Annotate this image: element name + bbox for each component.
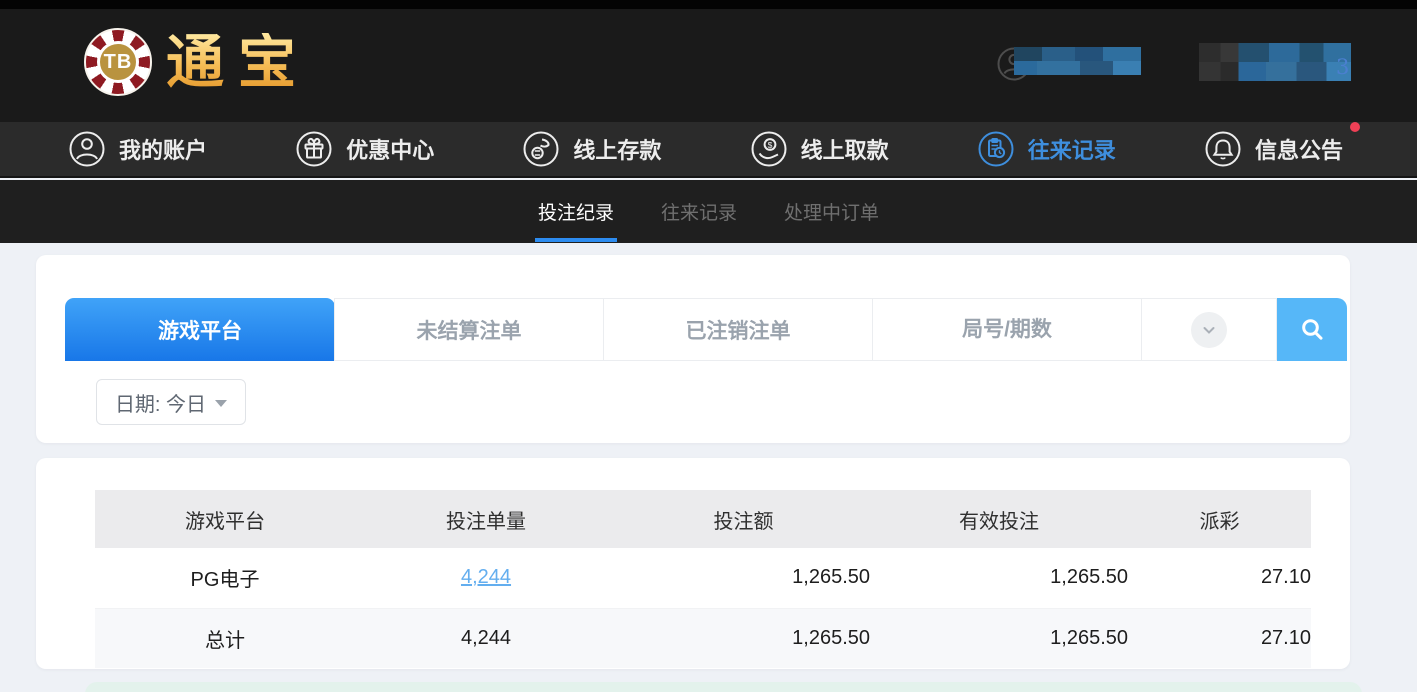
cell-payout: 27.10	[1128, 548, 1311, 608]
nav-label: 往来记录	[1028, 133, 1116, 165]
table-total-row: 总计 4,244 1,265.50 1,265.50 27.10	[95, 608, 1311, 668]
filter-tab-unsettled[interactable]: 未结算注单	[334, 298, 604, 361]
col-header-platform: 游戏平台	[95, 490, 355, 548]
col-header-valid-bet: 有效投注	[870, 490, 1128, 548]
nav-item-withdraw[interactable]: $ 线上取款	[750, 130, 889, 168]
subtab-processing-orders[interactable]: 处理中订单	[784, 198, 879, 225]
nav-label: 线上存款	[573, 133, 661, 165]
masked-balance	[1199, 43, 1351, 81]
gift-icon	[295, 130, 333, 168]
user-area: 3	[0, 9, 1417, 122]
search-icon	[1298, 316, 1326, 344]
date-filter-label: 日期: 今日	[115, 388, 206, 417]
table-row: PG电子 4,244 1,265.50 1,265.50 27.10	[95, 548, 1311, 608]
chevron-down-icon	[1191, 312, 1227, 348]
col-header-payout: 派彩	[1128, 490, 1311, 548]
app-root: TB 通宝 3 我的账户	[0, 0, 1417, 692]
nav-item-deposit[interactable]: 线上存款	[522, 130, 661, 168]
nav-label: 信息公告	[1255, 133, 1343, 165]
bet-summary-table: 游戏平台 投注单量 投注额 有效投注 派彩 PG电子 4,244 1,265.5…	[95, 490, 1311, 668]
cell-bet-amount: 1,265.50	[617, 548, 870, 608]
deposit-icon	[522, 130, 560, 168]
top-black-strip	[0, 0, 1417, 9]
sub-navigation: 投注纪录 往来记录 处理中订单	[0, 180, 1417, 243]
svg-text:$: $	[767, 140, 772, 150]
nav-label: 我的账户	[119, 133, 207, 165]
cell-bet-amount: 1,265.50	[617, 608, 870, 668]
col-header-bet-amount: 投注额	[617, 490, 870, 548]
cell-platform: 总计	[95, 608, 355, 668]
filter-tabs: 游戏平台 未结算注单 已注销注单	[65, 298, 1347, 361]
cell-valid-bet: 1,265.50	[870, 608, 1128, 668]
site-header: TB 通宝 3	[0, 9, 1417, 122]
filter-tab-cancelled[interactable]: 已注销注单	[603, 298, 873, 361]
bet-count-link[interactable]: 4,244	[461, 566, 511, 588]
cell-valid-bet: 1,265.50	[870, 548, 1128, 608]
report-card: 游戏平台 投注单量 投注额 有效投注 派彩 PG电子 4,244 1,265.5…	[36, 458, 1350, 669]
cell-platform: PG电子	[95, 548, 355, 608]
date-filter-button[interactable]: 日期: 今日	[96, 379, 246, 425]
bell-icon	[1204, 130, 1242, 168]
user-icon	[68, 130, 106, 168]
main-navigation: 我的账户 优惠中心 线上存款 $	[0, 122, 1417, 178]
filter-card: 游戏平台 未结算注单 已注销注单 日期: 今日	[36, 255, 1350, 443]
cell-payout: 27.10	[1128, 608, 1311, 668]
table-header-row: 游戏平台 投注单量 投注额 有效投注 派彩	[95, 490, 1311, 548]
round-number-input[interactable]	[872, 298, 1142, 361]
dropdown-toggle[interactable]	[1141, 298, 1277, 361]
search-button[interactable]	[1277, 298, 1347, 361]
withdraw-icon: $	[750, 130, 788, 168]
nav-item-announcements[interactable]: 信息公告	[1204, 130, 1343, 168]
cell-bet-count: 4,244	[355, 608, 617, 668]
notice-bar	[85, 682, 1362, 692]
notification-dot	[1350, 122, 1360, 132]
col-header-bet-count: 投注单量	[355, 490, 617, 548]
nav-label: 优惠中心	[346, 133, 434, 165]
nav-label: 线上取款	[801, 133, 889, 165]
masked-balance-digit: 3	[1336, 55, 1349, 79]
caret-down-icon	[215, 400, 227, 407]
filter-tab-game-platform[interactable]: 游戏平台	[65, 298, 335, 361]
subtab-transaction-records[interactable]: 往来记录	[661, 198, 737, 225]
nav-item-promotions[interactable]: 优惠中心	[295, 130, 434, 168]
nav-item-records[interactable]: 往来记录	[977, 130, 1116, 168]
subtab-bet-records[interactable]: 投注纪录	[538, 198, 614, 225]
records-icon	[977, 130, 1015, 168]
nav-item-my-account[interactable]: 我的账户	[68, 130, 207, 168]
masked-username	[1014, 47, 1141, 75]
